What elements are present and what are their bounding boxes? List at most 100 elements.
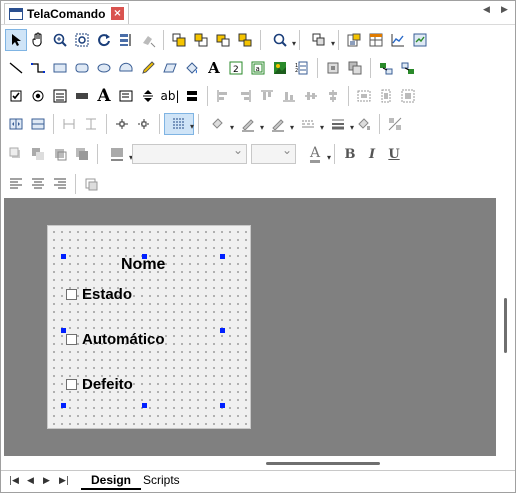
chart-button[interactable]	[387, 29, 409, 51]
selection-handle[interactable]	[61, 254, 66, 259]
move-horizontal-button[interactable]	[111, 113, 133, 135]
space-vertical-button[interactable]	[375, 85, 397, 107]
text-align-center-button[interactable]	[27, 173, 49, 195]
close-tab-button[interactable]: ×	[111, 7, 124, 20]
fit-height-button[interactable]	[27, 113, 49, 135]
connector-tool-button[interactable]	[27, 57, 49, 79]
hand-pan-button[interactable]	[27, 29, 49, 51]
automatico-label[interactable]: Automático	[82, 331, 165, 348]
select-pointer-button[interactable]	[5, 29, 27, 51]
align-center-button[interactable]	[322, 57, 344, 79]
line-width-dropdown[interactable]	[323, 113, 354, 135]
bring-to-front-button[interactable]	[168, 29, 190, 51]
refresh-button[interactable]	[93, 29, 115, 51]
text-input-tool-button[interactable]: ab|	[159, 85, 181, 107]
picture-tool-button[interactable]	[269, 57, 291, 79]
clear-format-button[interactable]	[137, 29, 159, 51]
shadow-offset-button[interactable]	[27, 143, 49, 165]
line-tool-button[interactable]	[5, 57, 27, 79]
text-align-right-button[interactable]	[49, 173, 71, 195]
properties-button[interactable]	[343, 29, 365, 51]
move-vertical-button[interactable]	[133, 113, 155, 135]
automatico-checkbox[interactable]	[66, 334, 77, 345]
underline-button[interactable]: U	[383, 143, 405, 165]
tab-scripts[interactable]: Scripts	[133, 472, 190, 490]
prev-page-button[interactable]: ◀	[27, 476, 34, 486]
font-size-combo[interactable]	[251, 143, 296, 164]
align-vcenter-button[interactable]	[322, 85, 344, 107]
scroll-tool-button[interactable]	[181, 85, 203, 107]
form-canvas[interactable]: Nome Estado Automático Defeito	[47, 225, 251, 429]
first-page-button[interactable]: |◀	[9, 476, 19, 486]
font-color-dropdown[interactable]: A	[300, 143, 331, 165]
label-tool-button[interactable]: A	[93, 85, 115, 107]
align-left-button[interactable]	[212, 85, 234, 107]
estado-checkbox[interactable]	[66, 289, 77, 300]
fill-color-dropdown[interactable]	[203, 113, 234, 135]
radio-tool-button[interactable]	[27, 85, 49, 107]
group-button[interactable]	[212, 29, 234, 51]
frame-button[interactable]	[49, 143, 71, 165]
listbox-tool-button[interactable]	[49, 85, 71, 107]
edit-tool-button[interactable]	[115, 85, 137, 107]
last-page-button[interactable]: ▶|	[59, 476, 69, 486]
align-right-button[interactable]	[234, 85, 256, 107]
checkbox-tool-button[interactable]	[5, 85, 27, 107]
grid-dropdown-button[interactable]	[164, 113, 194, 135]
send-to-back-button[interactable]	[190, 29, 212, 51]
tab-design[interactable]: Design	[81, 472, 142, 490]
line-style-dropdown[interactable]	[293, 113, 324, 135]
align-bottom-button[interactable]	[278, 85, 300, 107]
spin-tool-button[interactable]	[137, 85, 159, 107]
align-middle-button[interactable]	[300, 85, 322, 107]
selection-handle[interactable]	[61, 328, 66, 333]
selection-handle[interactable]	[220, 403, 225, 408]
number-field-tool-button[interactable]: 2	[225, 57, 247, 79]
link-a-button[interactable]	[375, 57, 397, 79]
arc-tool-button[interactable]	[115, 57, 137, 79]
table-view-button[interactable]	[365, 29, 387, 51]
frame-shadow-button[interactable]	[71, 143, 93, 165]
ungroup-button[interactable]	[234, 29, 256, 51]
button-tool-button[interactable]	[71, 85, 93, 107]
fit-width-button[interactable]	[5, 113, 27, 135]
report-button[interactable]	[409, 29, 431, 51]
text-tool-button[interactable]: A	[203, 57, 225, 79]
design-surface[interactable]: Nome Estado Automático Defeito	[4, 198, 496, 456]
selection-handle[interactable]	[142, 403, 147, 408]
same-width-button[interactable]	[58, 113, 80, 135]
italic-button[interactable]: I	[361, 143, 383, 165]
pencil-tool-button[interactable]	[137, 57, 159, 79]
selection-handle[interactable]	[61, 403, 66, 408]
vertical-scroll-thumb[interactable]	[504, 298, 507, 353]
rounded-rect-tool-button[interactable]	[71, 57, 93, 79]
defeito-label[interactable]: Defeito	[82, 376, 133, 393]
word-wrap-button[interactable]	[80, 173, 102, 195]
estado-label[interactable]: Estado	[82, 286, 132, 303]
image-frame-tool-button[interactable]: a	[247, 57, 269, 79]
horizontal-scroll-thumb[interactable]	[266, 462, 380, 465]
ellipse-tool-button[interactable]	[93, 57, 115, 79]
arrange-dropdown-button[interactable]	[304, 29, 335, 51]
arrange-objects-button[interactable]	[344, 57, 366, 79]
tab-scroll-right-button[interactable]: ▶	[501, 5, 508, 15]
link-b-button[interactable]	[397, 57, 419, 79]
defeito-checkbox[interactable]	[66, 379, 77, 390]
zoom-button[interactable]	[49, 29, 71, 51]
copy-format-button[interactable]	[353, 113, 375, 135]
selection-handle[interactable]	[220, 328, 225, 333]
vertical-scrollbar[interactable]	[496, 198, 515, 456]
same-height-button[interactable]	[80, 113, 102, 135]
bold-button[interactable]: B	[339, 143, 361, 165]
document-tab[interactable]: TelaComando ×	[4, 3, 129, 24]
next-page-button[interactable]: ▶	[43, 476, 50, 486]
tab-scroll-left-button[interactable]: ◀	[483, 5, 490, 15]
clear-fill-button[interactable]	[384, 113, 406, 135]
fill-tool-button[interactable]	[181, 57, 203, 79]
parallelogram-tool-button[interactable]	[159, 57, 181, 79]
selection-handle[interactable]	[220, 254, 225, 259]
line-color-dropdown[interactable]	[233, 113, 264, 135]
align-top-button[interactable]	[256, 85, 278, 107]
numbered-list-tool-button[interactable]: 12	[291, 57, 313, 79]
pen-color-dropdown[interactable]	[263, 113, 294, 135]
